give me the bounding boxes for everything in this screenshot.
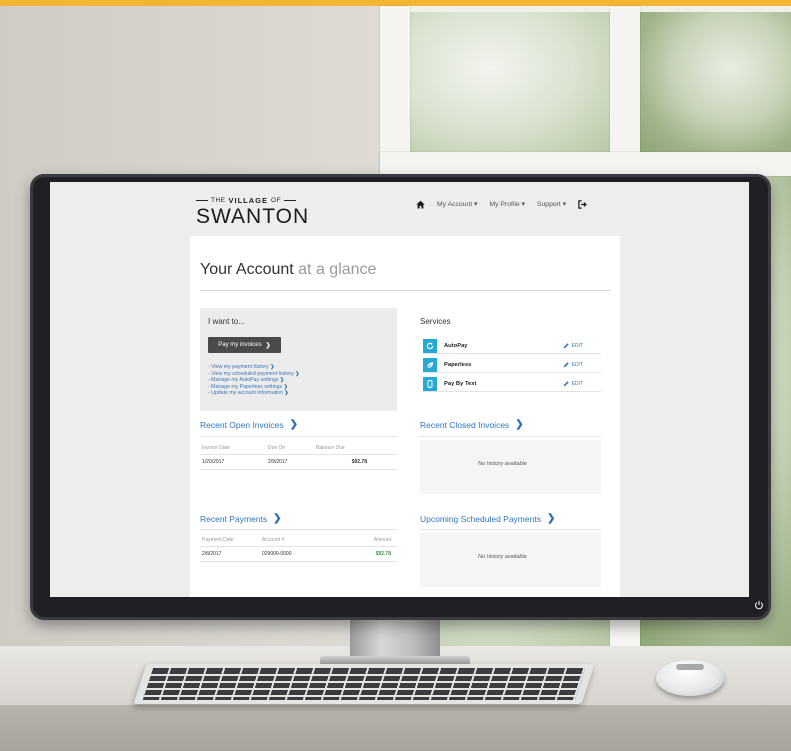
balance-due: $92.78 (351, 459, 367, 465)
service-paperless: Paperless EDIT (423, 357, 601, 373)
pencil-icon (563, 380, 569, 386)
chevron-right-icon: ❯ (265, 342, 271, 349)
title-divider (200, 290, 610, 291)
scheduled-payments-empty: No history available (420, 533, 601, 587)
empty-message: No history available (478, 554, 527, 560)
home-icon[interactable] (416, 200, 425, 209)
open-invoices-table: Invoice Date Due On Balance Due 1/20/201… (200, 441, 397, 481)
keyboard (133, 664, 595, 704)
nav-my-profile[interactable]: My Profile ▾ (489, 200, 525, 208)
link-autopay-settings[interactable]: - Manage my AutoPay settings ❯ (208, 377, 300, 384)
i-want-to-panel: I want to... Pay my invoices ❯ - View my … (200, 308, 397, 411)
payments-table: Payment Date Account # Amount 2/8/2017 0… (200, 533, 397, 573)
column-header: Balance Due (316, 445, 345, 451)
column-header: Due On (268, 445, 286, 451)
logo-connector: OF (271, 197, 282, 204)
sign-out-icon[interactable] (578, 199, 587, 209)
link-payment-history[interactable]: - View my payment history ❯ (208, 364, 300, 371)
service-label: Paperless (444, 361, 472, 368)
recent-open-invoices-link[interactable]: Recent Open Invoices ❯ (200, 419, 298, 430)
service-label: AutoPay (444, 342, 468, 349)
power-icon (753, 600, 765, 612)
account-number: 029000-0000 (262, 551, 292, 557)
logo-prefix: THE (211, 197, 226, 204)
column-header: Account # (262, 537, 285, 543)
top-nav: My Account ▾ My Profile ▾ Support ▾ (416, 198, 587, 210)
desk-edge (0, 705, 791, 751)
page-title: Your Account at a glance (200, 261, 377, 278)
edit-autopay-link[interactable]: EDIT (563, 343, 583, 349)
mouse (656, 660, 724, 696)
services-title: Services (420, 317, 451, 326)
payment-date: 2/8/2017 (202, 551, 222, 557)
pencil-icon (563, 342, 569, 348)
chevron-right-icon: ❯ (273, 513, 282, 524)
service-pay-by-text: Pay By Text EDIT (423, 376, 601, 392)
nav-support[interactable]: Support ▾ (537, 200, 566, 208)
nav-my-account[interactable]: My Account ▾ (437, 200, 477, 208)
chevron-right-icon: ❯ (515, 419, 524, 430)
monitor-screen: THE VILLAGE OF SWANTON My Account ▾ My P… (50, 182, 749, 597)
pay-my-invoices-button[interactable]: Pay my invoices ❯ (208, 337, 281, 353)
link-paperless-settings[interactable]: - Manage my Paperless settings ❯ (208, 384, 300, 391)
column-header: Invoice Date (202, 445, 230, 451)
empty-message: No history available (478, 461, 527, 467)
chevron-right-icon: ❯ (546, 513, 556, 524)
due-on: 2/9/2017 (268, 459, 288, 465)
i-want-to-title: I want to... (208, 317, 245, 326)
phone-icon (423, 376, 437, 391)
edit-pay-by-text-link[interactable]: EDIT (563, 381, 583, 387)
column-header: Amount (373, 537, 391, 543)
closed-invoices-empty: No history available (420, 440, 601, 494)
site-header: THE VILLAGE OF SWANTON My Account ▾ My P… (50, 182, 749, 236)
edit-paperless-link[interactable]: EDIT (563, 362, 583, 368)
refresh-icon (423, 338, 437, 353)
invoice-date: 1/20/2017 (202, 459, 225, 465)
quick-links: - View my payment history ❯ - View my sc… (208, 364, 300, 397)
logo-village: VILLAGE (228, 196, 269, 205)
account-card: Your Account at a glance I want to... Pa… (190, 236, 620, 597)
pencil-icon (563, 361, 569, 367)
recent-closed-invoices-link[interactable]: Recent Closed Invoices ❯ (420, 419, 524, 430)
logo-name: SWANTON (196, 205, 310, 228)
payment-amount: $92.78 (375, 551, 391, 557)
link-scheduled-payment-history[interactable]: - View my scheduled payment history ❯ (208, 371, 300, 378)
column-header: Payment Date (202, 537, 234, 543)
link-account-information[interactable]: - Update my account information ❯ (208, 390, 300, 397)
service-label: Pay By Text (444, 380, 477, 387)
service-autopay: AutoPay EDIT (423, 338, 601, 354)
recent-payments-link[interactable]: Recent Payments ❯ (200, 513, 281, 524)
chevron-right-icon: ❯ (289, 419, 299, 430)
upcoming-scheduled-payments-link[interactable]: Upcoming Scheduled Payments ❯ (420, 513, 555, 524)
leaf-icon (423, 357, 437, 372)
services-panel: Services AutoPay EDIT Paperless EDIT Pay… (418, 308, 601, 411)
village-of-swanton-logo[interactable]: THE VILLAGE OF SWANTON (196, 196, 316, 232)
